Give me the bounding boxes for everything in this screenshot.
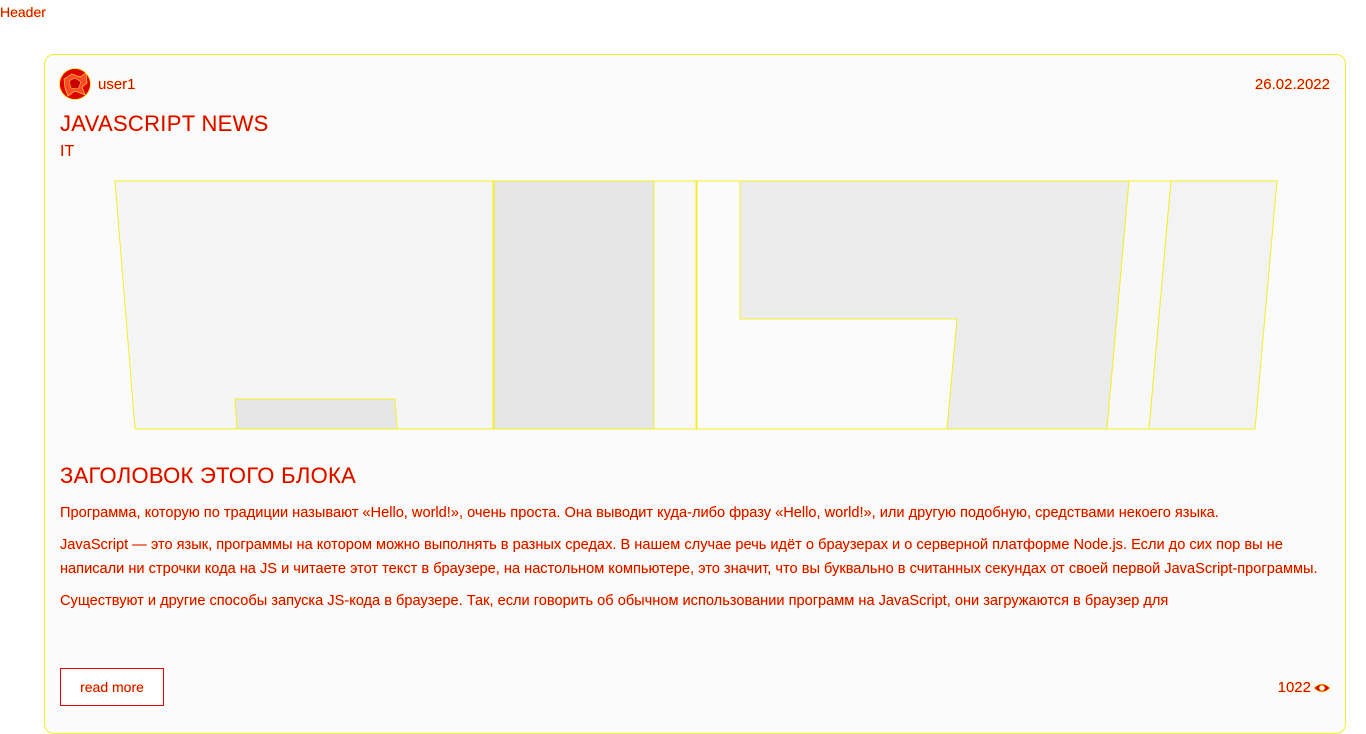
views-count: 1022 xyxy=(1277,679,1311,696)
post-card: user1 26.02.2022 JAVASCRIPT NEWS IT ЗАГО… xyxy=(44,54,1346,734)
views-counter: 1022 xyxy=(1278,679,1331,696)
content-paragraph: Программа, которую по традиции называют … xyxy=(60,505,1219,521)
post-content: Программа, которую по традиции называют … xyxy=(60,501,1332,653)
avatar[interactable] xyxy=(60,69,90,99)
author-name[interactable]: user1 xyxy=(98,76,136,93)
content-paragraph: Существуют и другие способы запуска JS-к… xyxy=(60,593,1169,609)
page-header: Header xyxy=(0,4,46,20)
read-more-button[interactable]: read more xyxy=(60,668,164,706)
block-heading: ЗАГОЛОВОК ЭТОГО БЛОКА xyxy=(60,463,357,488)
content-paragraph: JavaScript — это язык, программы на кото… xyxy=(60,537,1318,577)
eye-icon xyxy=(1313,681,1331,695)
post-date: 26.02.2022 xyxy=(1254,76,1330,93)
post-title: JAVASCRIPT NEWS xyxy=(60,111,269,136)
post-category: IT xyxy=(60,143,75,160)
post-image xyxy=(113,179,1279,431)
post-author[interactable]: user1 xyxy=(60,69,136,99)
